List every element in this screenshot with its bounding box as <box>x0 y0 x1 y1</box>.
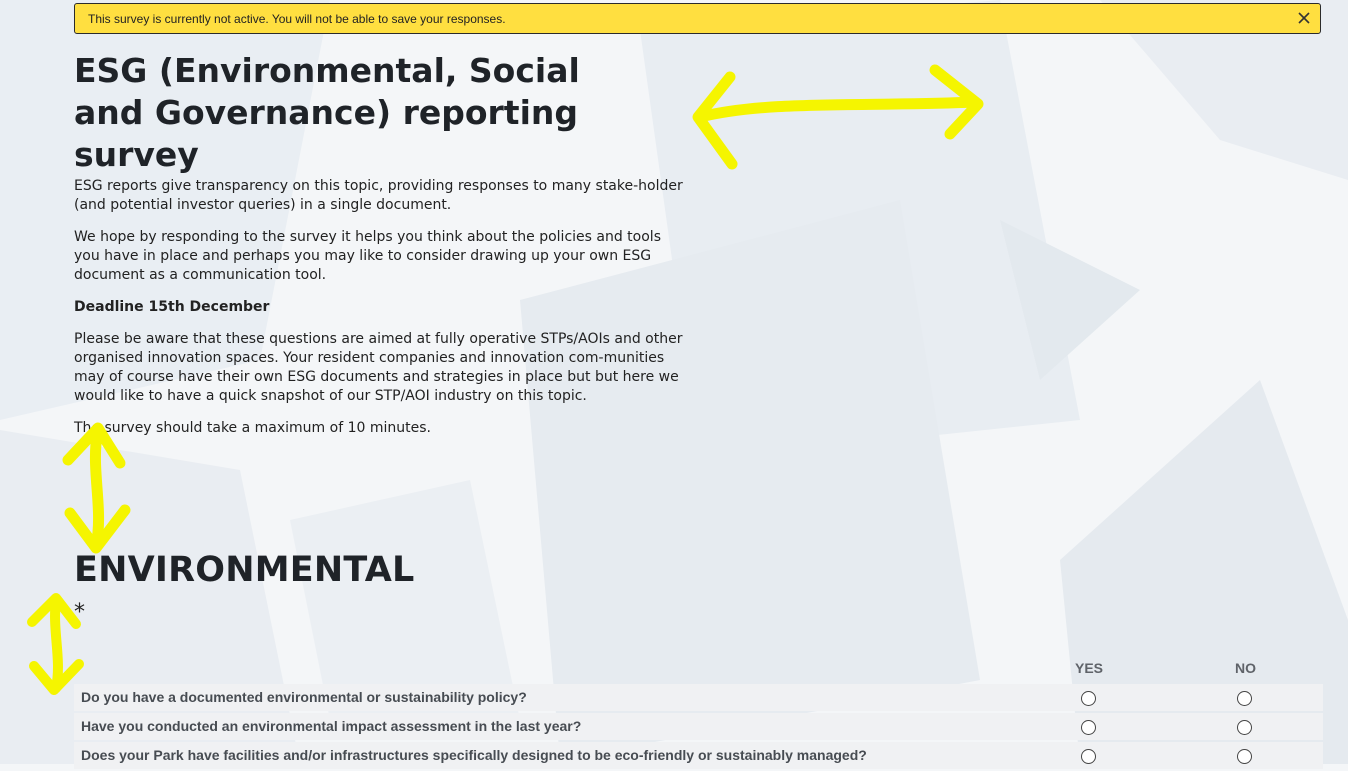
survey-description: ESG (Environmental, Social and Governanc… <box>74 50 684 451</box>
question-label: Do you have a documented environmental o… <box>81 689 527 705</box>
scope-paragraph: Please be aware that these questions are… <box>74 331 683 404</box>
no-radio[interactable] <box>1237 749 1252 764</box>
question-label: Have you conducted an environmental impa… <box>81 718 582 734</box>
column-header-yes: YES <box>1075 660 1104 676</box>
question-row: Have you conducted an environmental impa… <box>74 713 1323 740</box>
no-radio[interactable] <box>1237 691 1252 706</box>
deadline-text: Deadline 15th December <box>74 299 270 315</box>
question-row: Do you have a documented environmental o… <box>74 684 1323 711</box>
yes-radio[interactable] <box>1081 720 1096 735</box>
close-icon[interactable] <box>1297 11 1311 25</box>
intro-paragraph: ESG reports give transparency on this to… <box>74 178 683 213</box>
question-matrix: Do you have a documented environmental o… <box>74 684 1323 771</box>
survey-title: ESG (Environmental, Social and Governanc… <box>74 51 580 174</box>
horizontal-double-arrow-annotation <box>692 64 984 170</box>
vertical-double-arrow-annotation-small <box>27 593 84 695</box>
column-header-no: NO <box>1235 660 1256 676</box>
question-label: Does your Park have facilities and/or in… <box>81 747 867 763</box>
yes-radio[interactable] <box>1081 691 1096 706</box>
no-radio[interactable] <box>1237 720 1252 735</box>
inactive-survey-banner: This survey is currently not active. You… <box>74 3 1321 34</box>
question-row: Does your Park have facilities and/or in… <box>74 742 1323 769</box>
vertical-double-arrow-annotation <box>62 422 131 554</box>
banner-message: This survey is currently not active. You… <box>88 12 506 26</box>
duration-text: The survey should take a maximum of 10 m… <box>74 420 431 436</box>
purpose-paragraph: We hope by responding to the survey it h… <box>74 229 661 283</box>
yes-radio[interactable] <box>1081 749 1096 764</box>
